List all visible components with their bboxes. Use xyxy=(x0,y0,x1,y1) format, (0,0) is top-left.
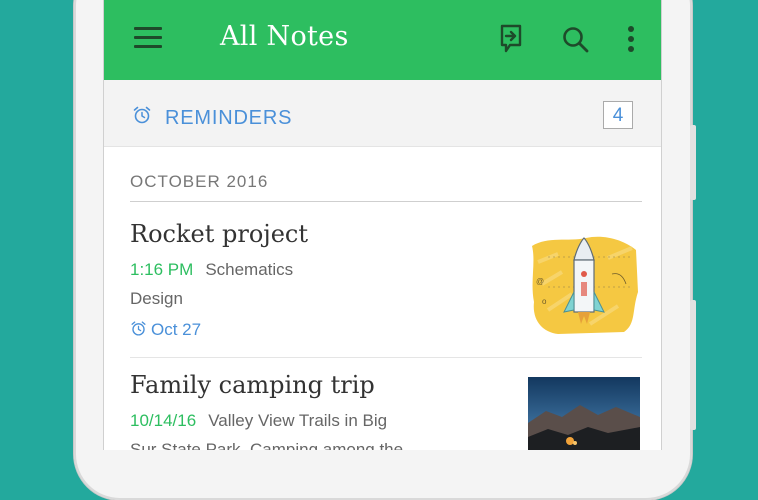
svg-text:@: @ xyxy=(536,277,544,286)
note-snippet-line: Design xyxy=(130,289,183,308)
page-title: All Notes xyxy=(220,21,349,52)
note-reminder: Oct 27 xyxy=(130,320,201,340)
reminders-label: REMINDERS xyxy=(165,107,293,129)
note-snippet: Schematics xyxy=(205,260,294,279)
note-date: 10/14/16 xyxy=(130,411,197,430)
note-snippet: Valley View Trails in Big xyxy=(208,411,388,430)
more-icon[interactable] xyxy=(624,24,638,56)
note-thumbnail-rocket: @ o xyxy=(528,232,640,336)
note-title: Rocket project xyxy=(130,220,308,248)
note-date: 1:16 PM xyxy=(130,260,194,279)
note-title: Family camping trip xyxy=(130,371,375,399)
note-meta: 1:16 PM Schematics xyxy=(130,260,293,280)
reminders-bar[interactable]: REMINDERS 4 xyxy=(104,80,661,147)
note-reminder-date: Oct 27 xyxy=(151,320,202,339)
note-thumbnail-camping xyxy=(528,377,640,450)
note-item-rocket-project[interactable]: Rocket project 1:16 PM Schematics Design … xyxy=(104,202,661,357)
alarm-clock-icon xyxy=(133,106,151,124)
section-header: OCTOBER 2016 xyxy=(130,172,269,191)
menu-icon[interactable] xyxy=(134,27,162,49)
search-icon[interactable] xyxy=(561,25,591,55)
note-meta: 10/14/16 Valley View Trails in Big xyxy=(130,411,387,431)
alarm-clock-icon xyxy=(131,321,146,336)
app-toolbar: All Notes xyxy=(104,0,661,80)
app-screen: All Notes REMINDERS 4 OCTOBER 2016 Rocke… xyxy=(103,0,662,450)
note-snippet-line: Sur State Park. Camping among the xyxy=(130,440,404,450)
volume-button xyxy=(690,125,696,200)
svg-text:o: o xyxy=(542,297,547,306)
note-item-family-camping-trip[interactable]: Family camping trip 10/14/16 Valley View … xyxy=(104,358,661,450)
share-icon[interactable] xyxy=(497,22,525,56)
reminders-count-badge: 4 xyxy=(603,101,633,129)
power-button xyxy=(690,300,696,430)
